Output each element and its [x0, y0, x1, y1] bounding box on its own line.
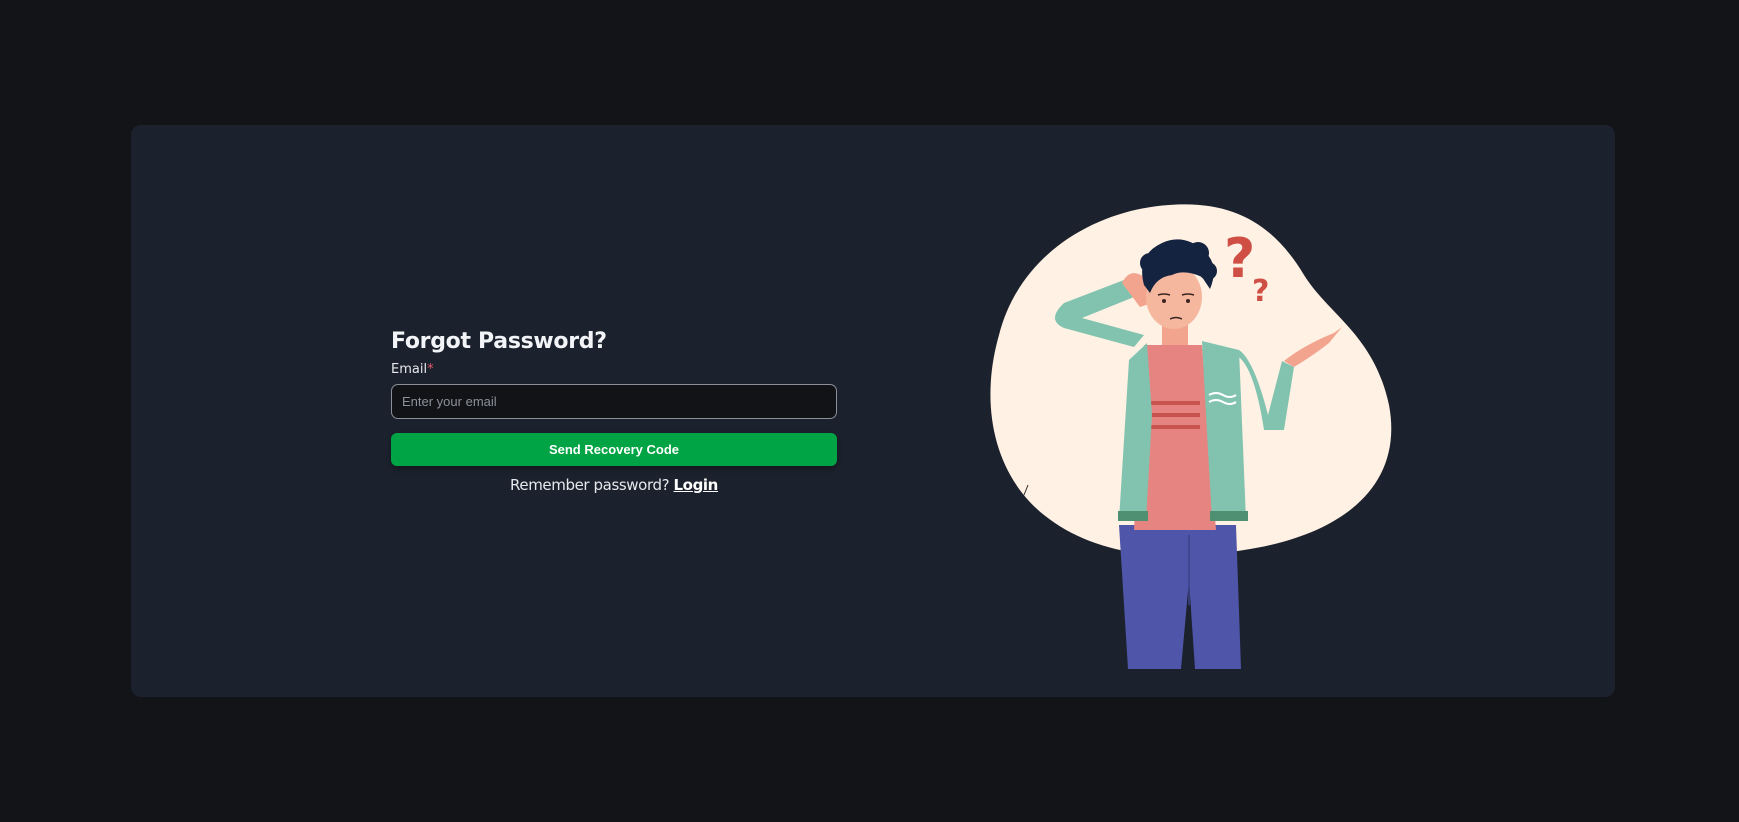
email-label: Email*	[391, 362, 837, 378]
question-mark-small: ?	[1252, 274, 1269, 309]
required-mark: *	[427, 362, 434, 377]
send-recovery-code-button[interactable]: Send Recovery Code	[391, 433, 837, 466]
question-mark-large: ?	[1224, 227, 1255, 290]
pants	[1119, 525, 1241, 669]
forgot-password-form: Forgot Password? Email* Send Recovery Co…	[391, 327, 837, 494]
remember-password-text: Remember password?	[510, 476, 670, 494]
login-link[interactable]: Login	[674, 476, 719, 494]
remember-password-row: Remember password? Login	[391, 476, 837, 494]
email-input[interactable]	[391, 384, 837, 419]
page-title: Forgot Password?	[391, 329, 607, 354]
email-label-text: Email	[391, 362, 428, 377]
confused-person-illustration: ? ?	[990, 204, 1392, 669]
forgot-password-card: Forgot Password? Email* Send Recovery Co…	[131, 125, 1615, 697]
